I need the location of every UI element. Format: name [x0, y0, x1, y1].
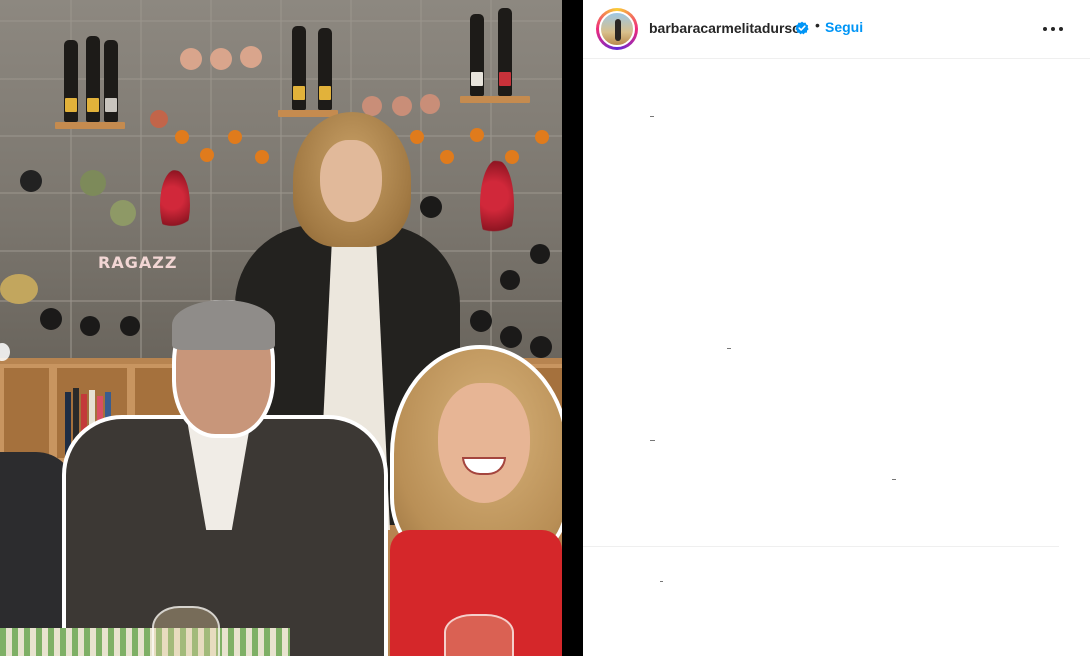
wine-glass	[444, 614, 514, 656]
bottle-end	[240, 46, 262, 68]
bottle-end	[530, 244, 550, 264]
blank-speck	[892, 479, 896, 480]
bookcase-cell	[0, 364, 53, 462]
bottle-end	[80, 170, 106, 196]
wood-shelf	[55, 122, 125, 129]
avatar-figure	[615, 19, 621, 41]
bottle-end	[110, 200, 136, 226]
berry-decoration	[160, 170, 190, 240]
wine-bottle	[104, 40, 118, 122]
bottle-end	[535, 130, 549, 144]
dress-lettering: RAGAZZ	[98, 253, 178, 272]
actions-divider	[583, 546, 1059, 547]
post-media[interactable]: RAGAZZ	[0, 0, 562, 656]
bottle-end	[228, 130, 242, 144]
story-ring[interactable]	[596, 8, 638, 50]
bottle-end	[505, 150, 519, 164]
username-link[interactable]: barbaracarmelitadurso	[649, 20, 801, 36]
more-options-icon[interactable]	[1043, 18, 1067, 38]
bottle-end	[20, 170, 42, 192]
bottle-end	[470, 128, 484, 142]
bottle-end	[180, 48, 202, 70]
cutout-man-hair	[172, 300, 275, 350]
blank-speck	[727, 348, 731, 349]
bottle-end	[40, 308, 62, 330]
wine-bottle	[318, 28, 332, 110]
bottle-end	[500, 270, 520, 290]
cardboard-cutout-man	[62, 300, 388, 656]
bottle-end	[470, 310, 492, 332]
follow-button[interactable]: Segui	[825, 19, 863, 35]
blank-speck	[660, 581, 663, 582]
cutout-woman-face	[438, 383, 530, 503]
bottle-end	[210, 48, 232, 70]
wine-glass	[152, 606, 220, 656]
avatar[interactable]	[599, 11, 635, 47]
checkered-tablecloth	[0, 628, 290, 656]
woman-face	[320, 140, 382, 222]
bottle-end	[150, 110, 168, 128]
cardboard-cutout-woman	[390, 345, 562, 656]
wine-bottle	[86, 36, 100, 122]
post-header: barbaracarmelitadurso • Segui	[583, 0, 1090, 59]
bottle-end	[255, 150, 269, 164]
bottle-end	[420, 94, 440, 114]
blank-speck	[650, 116, 654, 117]
photo-scene: RAGAZZ	[0, 0, 562, 656]
blank-speck	[650, 440, 655, 441]
bottle-end	[392, 96, 412, 116]
wine-bottle	[470, 14, 484, 96]
bottle-end	[200, 148, 214, 162]
post-sidebar: barbaracarmelitadurso • Segui	[583, 0, 1090, 656]
bottle-end	[420, 196, 442, 218]
bottle-end	[440, 150, 454, 164]
media-divider	[562, 0, 583, 656]
wine-bottle	[292, 26, 306, 110]
berry-decoration	[480, 160, 514, 250]
wine-bottle	[64, 40, 78, 122]
wine-bottle	[498, 8, 512, 96]
bottle-end	[0, 274, 38, 304]
bottle-end	[175, 130, 189, 144]
wood-shelf	[460, 96, 530, 103]
bottle-end	[410, 130, 424, 144]
instagram-post: RAGAZZ barbaracarmelitadurso • Segui	[0, 0, 1090, 656]
verified-badge-icon	[795, 21, 809, 35]
header-separator: •	[815, 17, 820, 33]
comments-area	[583, 59, 1090, 546]
